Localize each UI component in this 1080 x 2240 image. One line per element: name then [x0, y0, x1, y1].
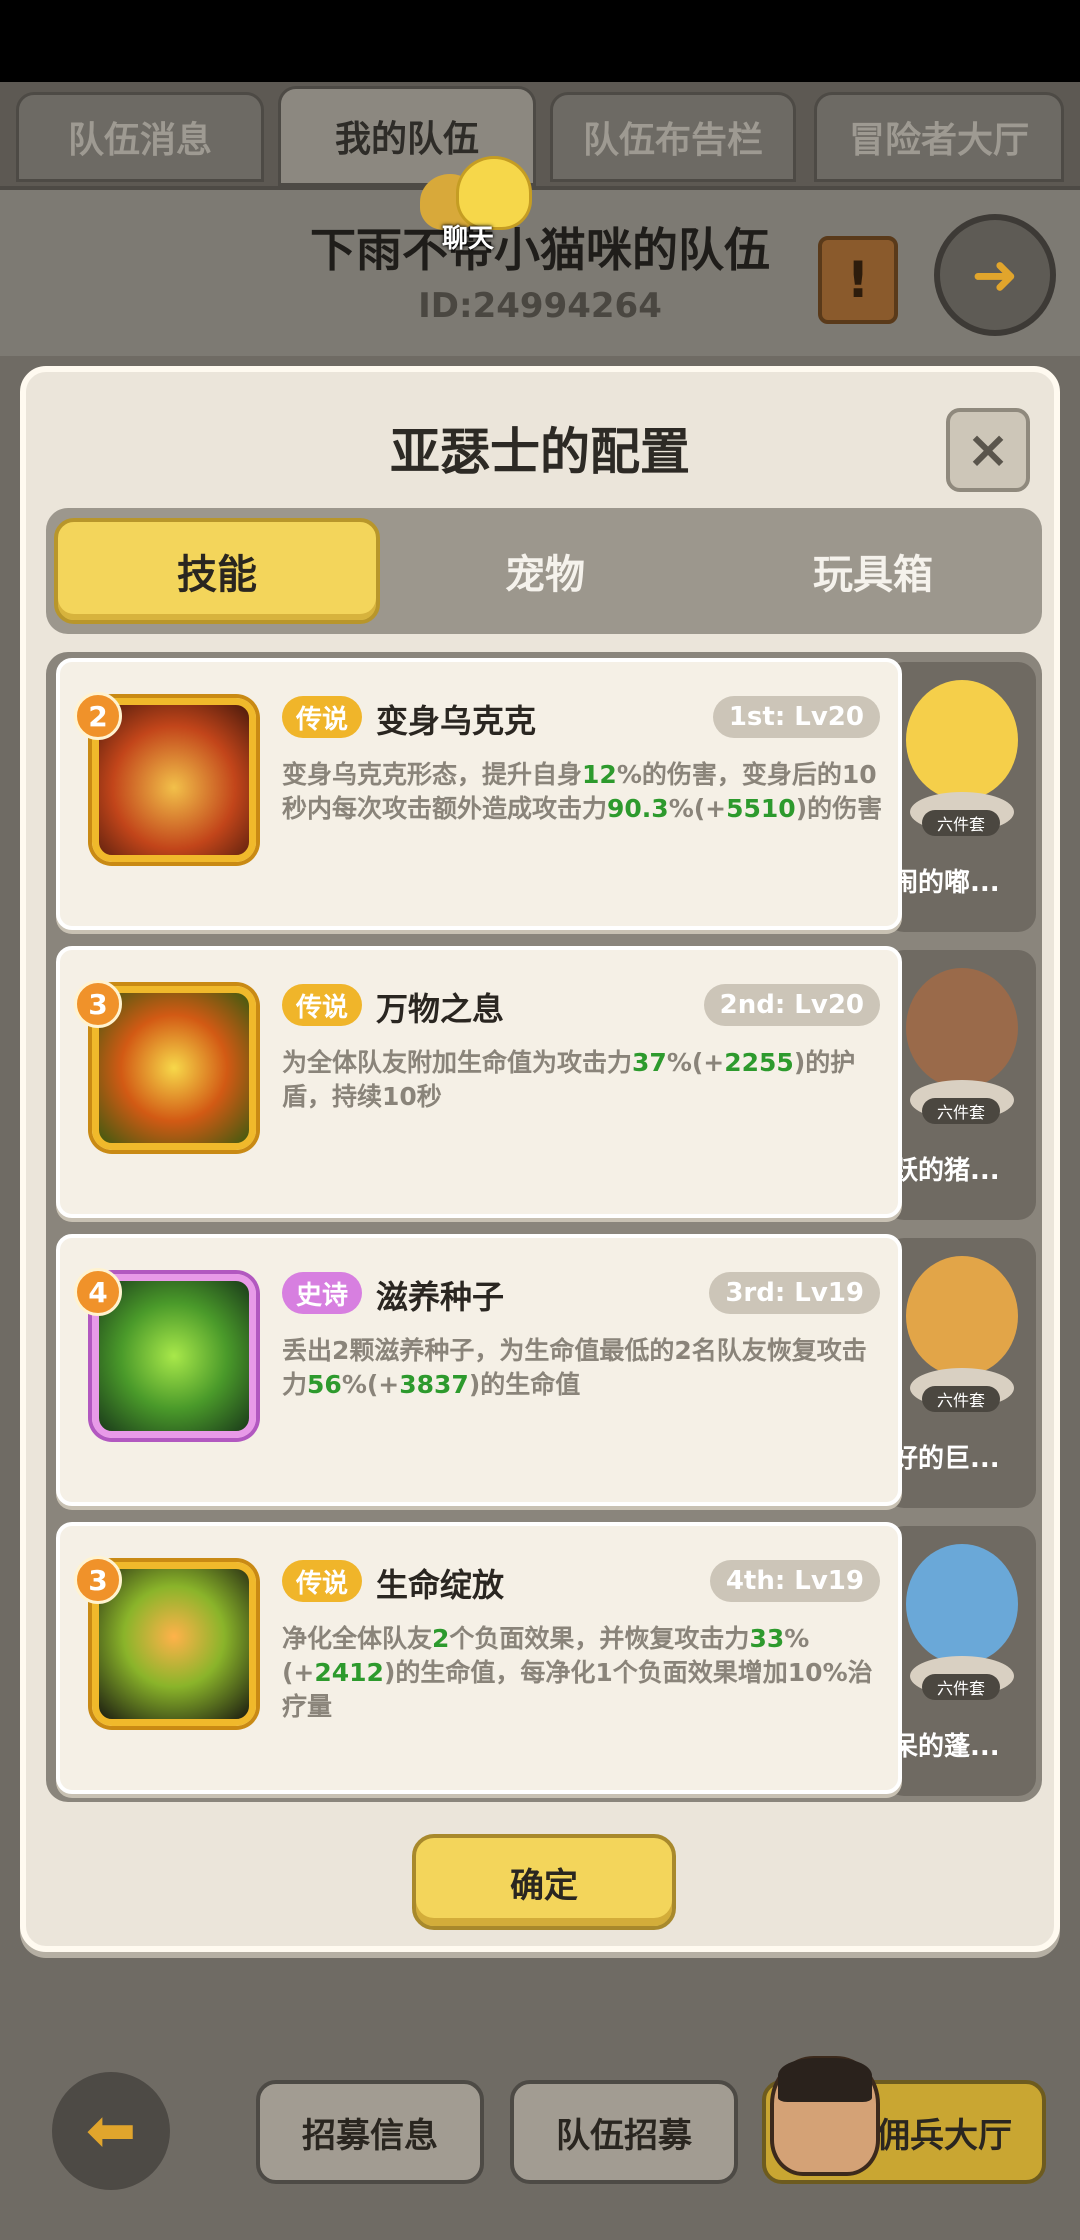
rarity-badge: 传说: [282, 1560, 363, 1602]
config-tab-bar: 技能 宠物 玩具箱: [46, 508, 1042, 634]
tab-toybox[interactable]: 玩具箱: [710, 518, 1036, 624]
skill-name: 万物之息: [376, 990, 505, 1028]
tab-pets[interactable]: 宠物: [382, 518, 708, 624]
pet-figure: [906, 680, 1018, 800]
pet-set-badge: 六件套: [922, 1098, 1000, 1124]
back-button[interactable]: ⬅: [52, 2072, 170, 2190]
modal-title: 亚瑟士的配置: [390, 423, 690, 481]
team-recruit-button[interactable]: 队伍招募: [510, 2080, 738, 2184]
skill-slot-level: 2nd: Lv20: [703, 984, 880, 1026]
tab-team-board[interactable]: 队伍布告栏: [550, 92, 796, 182]
rarity-badge: 传说: [282, 984, 363, 1026]
pet-card[interactable]: 六件套 活跃的猪...: [866, 950, 1036, 1220]
pet-figure: [906, 1544, 1018, 1664]
skill-level-badge: 2: [74, 692, 122, 740]
skill-description: 为全体队友附加生命值为攻击力37%(+2255)的护盾，持续10秒: [282, 1048, 856, 1111]
team-id: ID:24994264: [418, 286, 662, 326]
tab-skills[interactable]: 技能: [54, 518, 380, 624]
skill-name: 变身乌克克: [376, 702, 537, 740]
hero-config-modal: 亚瑟士的配置 × 技能 宠物 玩具箱 六件套 吵闹的嘟... 六件套 活跃的猪.…: [20, 366, 1060, 1952]
skill-name: 滋养种子: [376, 1278, 505, 1316]
pet-card[interactable]: 六件套 吵闹的嘟...: [866, 662, 1036, 932]
skill-description: 丢出2颗滋养种子，为生命值最低的2名队友恢复攻击力56%(+3837)的生命值: [282, 1336, 867, 1399]
arrow-left-icon: ⬅: [85, 2096, 137, 2166]
pet-set-badge: 六件套: [922, 1674, 1000, 1700]
chat-button[interactable]: 聊天: [412, 152, 542, 262]
notice-scroll-icon[interactable]: !: [818, 236, 898, 324]
skill-description: 净化全体队友2个负面效果，并恢复攻击力33%(+2412)的生命值，每净化1个负…: [282, 1624, 873, 1721]
skill-slot-level: 3rd: Lv19: [709, 1272, 880, 1314]
chat-label: 聊天: [442, 224, 495, 254]
hero-hair: [778, 2058, 872, 2102]
skill-slot-level: 4th: Lv19: [709, 1560, 880, 1602]
pet-set-badge: 六件套: [922, 810, 1000, 836]
confirm-button[interactable]: 确定: [412, 1834, 676, 1930]
skill-card[interactable]: 3 传说 万物之息 2nd: Lv20 为全体队友附加生命值为攻击力37%(+2…: [56, 946, 902, 1218]
skill-name: 生命绽放: [376, 1566, 505, 1604]
pet-set-badge: 六件套: [922, 1386, 1000, 1412]
hero-avatar: [770, 2056, 880, 2176]
skill-level-badge: 3: [74, 1556, 122, 1604]
pet-figure: [906, 968, 1018, 1088]
skill-card[interactable]: 3 传说 生命绽放 4th: Lv19 净化全体队友2个负面效果，并恢复攻击力3…: [56, 1522, 902, 1794]
skill-description: 变身乌克克形态，提升自身12%的伤害，变身后的10秒内每次攻击额外造成攻击力90…: [282, 760, 883, 823]
skill-slot-level: 1st: Lv20: [712, 696, 880, 738]
skill-level-badge: 4: [74, 1268, 122, 1316]
pet-card[interactable]: 六件套 发呆的蓬...: [866, 1526, 1036, 1796]
rarity-badge: 史诗: [282, 1272, 363, 1314]
skill-level-badge: 3: [74, 980, 122, 1028]
pet-figure: [906, 1256, 1018, 1376]
rarity-badge: 传说: [282, 696, 363, 738]
recruit-info-button[interactable]: 招募信息: [256, 2080, 484, 2184]
tab-team-messages[interactable]: 队伍消息: [16, 92, 264, 182]
tab-adventurer-hall[interactable]: 冒险者大厅: [814, 92, 1064, 182]
skill-card[interactable]: 4 史诗 滋养种子 3rd: Lv19 丢出2颗滋养种子，为生命值最低的2名队友…: [56, 1234, 902, 1506]
close-button[interactable]: ×: [946, 408, 1030, 492]
pet-card[interactable]: 六件套 友好的巨...: [866, 1238, 1036, 1508]
status-bar: [0, 0, 1080, 82]
exit-team-button[interactable]: ➜: [934, 214, 1056, 336]
skill-card[interactable]: 2 传说 变身乌克克 1st: Lv20 变身乌克克形态，提升自身12%的伤害，…: [56, 658, 902, 930]
